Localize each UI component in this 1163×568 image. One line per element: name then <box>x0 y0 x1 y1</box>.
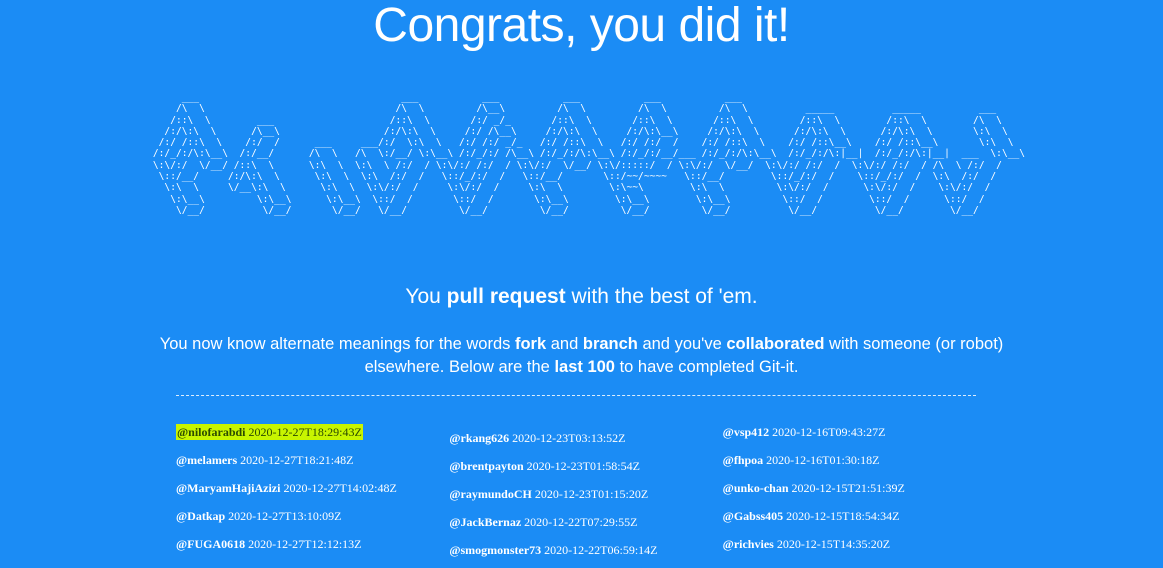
completer-timestamp: 2020-12-16T01:30:18Z <box>763 453 880 467</box>
completer-timestamp: 2020-12-27T18:29:43Z <box>245 425 362 439</box>
completer-item: @richvies 2020-12-15T14:35:20Z <box>723 534 996 562</box>
completer-username-link[interactable]: @smogmonster73 <box>449 543 541 557</box>
intro-bold-last-100: last 100 <box>554 358 615 376</box>
completer-timestamp: 2020-12-27T18:21:48Z <box>237 453 354 467</box>
completer-username-link[interactable]: @fhpoa <box>723 453 764 467</box>
completer-timestamp: 2020-12-23T01:58:54Z <box>523 459 640 473</box>
completer-username-link[interactable]: @FUGA0618 <box>176 537 245 551</box>
intro-bold-collaborated: collaborated <box>726 335 825 353</box>
completers-column-2: @rkang626 2020-12-23T03:13:52Z @brentpay… <box>449 422 722 568</box>
intro-text-5: to have completed Git-it. <box>614 358 799 376</box>
completer-username-link[interactable]: @nilofarabdi <box>177 425 246 439</box>
completer-item: @brentpayton 2020-12-23T01:58:54Z <box>449 456 722 484</box>
completer-item: @Gabss405 2020-12-15T18:54:34Z <box>723 506 996 534</box>
completer-timestamp: 2020-12-27T13:10:09Z <box>225 509 342 523</box>
completer-username-link[interactable]: @unko-chan <box>723 481 789 495</box>
completer-username-link[interactable]: @rkang626 <box>449 431 509 445</box>
intro-text-2: and <box>546 335 583 353</box>
completer-username-link[interactable]: @Datkap <box>176 509 225 523</box>
completer-username-link[interactable]: @raymundoCH <box>449 487 532 501</box>
tagline-post: with the best of 'em. <box>565 285 758 308</box>
intro-text-1: You now know alternate meanings for the … <box>159 335 515 353</box>
tagline-bold: pull request <box>446 285 566 308</box>
completer-item: @Datkap 2020-12-27T13:10:09Z <box>176 506 449 534</box>
completer-item: @unko-chan 2020-12-15T21:51:39Z <box>723 478 996 506</box>
completer-item: @FUGA0618 2020-12-27T12:12:13Z <box>176 534 449 562</box>
completer-item: @vsp412 2020-12-16T09:43:27Z <box>723 422 996 450</box>
completer-highlight: @nilofarabdi 2020-12-27T18:29:43Z <box>176 424 363 440</box>
completer-timestamp: 2020-12-23T03:13:52Z <box>509 431 626 445</box>
intro-bold-fork: fork <box>514 335 547 353</box>
completer-item: @smogmonster73 2020-12-22T06:59:14Z <box>449 540 722 568</box>
completer-timestamp: 2020-12-22T06:59:14Z <box>541 543 658 557</box>
completer-item: @MaryamHajiAzizi 2020-12-27T14:02:48Z <box>176 478 449 506</box>
completer-item: @JackBernaz 2020-12-22T07:29:55Z <box>449 512 722 540</box>
completer-username-link[interactable]: @richvies <box>723 537 774 551</box>
completer-item: @fhpoa 2020-12-16T01:30:18Z <box>723 450 996 478</box>
completer-timestamp: 2020-12-22T07:29:55Z <box>521 515 638 529</box>
tagline-pre: You <box>405 285 447 308</box>
completers-list: @nilofarabdi 2020-12-27T18:29:43Z @melam… <box>176 422 996 568</box>
completer-username-link[interactable]: @brentpayton <box>449 459 523 473</box>
completer-item: @raymundoCH 2020-12-23T01:15:20Z <box>449 484 722 512</box>
completer-timestamp: 2020-12-15T18:54:34Z <box>783 509 900 523</box>
completer-username-link[interactable]: @Gabss405 <box>723 509 784 523</box>
completers-column-3: @vsp412 2020-12-16T09:43:27Z @fhpoa 2020… <box>723 422 996 568</box>
completer-timestamp: 2020-12-16T09:43:27Z <box>769 425 886 439</box>
completer-item: @rkang626 2020-12-23T03:13:52Z <box>449 428 722 456</box>
completer-username-link[interactable]: @vsp412 <box>723 425 770 439</box>
completer-username-link[interactable]: @MaryamHajiAzizi <box>176 481 280 495</box>
git-it-ascii-banner: ___ ___ ___ ___ ___ ___ /\ \ /\ \ /\__\ … <box>152 92 1026 216</box>
completer-item: @nilofarabdi 2020-12-27T18:29:43Z <box>176 422 449 450</box>
completer-timestamp: 2020-12-23T01:15:20Z <box>531 487 649 501</box>
intro-bold-branch: branch <box>582 335 638 353</box>
completers-column-1: @nilofarabdi 2020-12-27T18:29:43Z @melam… <box>176 422 449 568</box>
completer-item: @melamers 2020-12-27T18:21:48Z <box>176 450 449 478</box>
completer-timestamp: 2020-12-27T12:12:13Z <box>245 537 362 551</box>
tagline: You pull request with the best of 'em. <box>0 285 1163 309</box>
intro-paragraph: You now know alternate meanings for the … <box>150 333 1013 379</box>
completer-timestamp: 2020-12-15T21:51:39Z <box>788 481 905 495</box>
completer-timestamp: 2020-12-27T14:02:48Z <box>280 481 397 495</box>
dashed-divider <box>176 395 976 396</box>
completer-username-link[interactable]: @melamers <box>176 453 237 467</box>
completer-timestamp: 2020-12-15T14:35:20Z <box>773 537 891 551</box>
page-title: Congrats, you did it! <box>373 0 790 52</box>
intro-text-3: and you've <box>637 335 727 353</box>
completer-username-link[interactable]: @JackBernaz <box>449 515 521 529</box>
